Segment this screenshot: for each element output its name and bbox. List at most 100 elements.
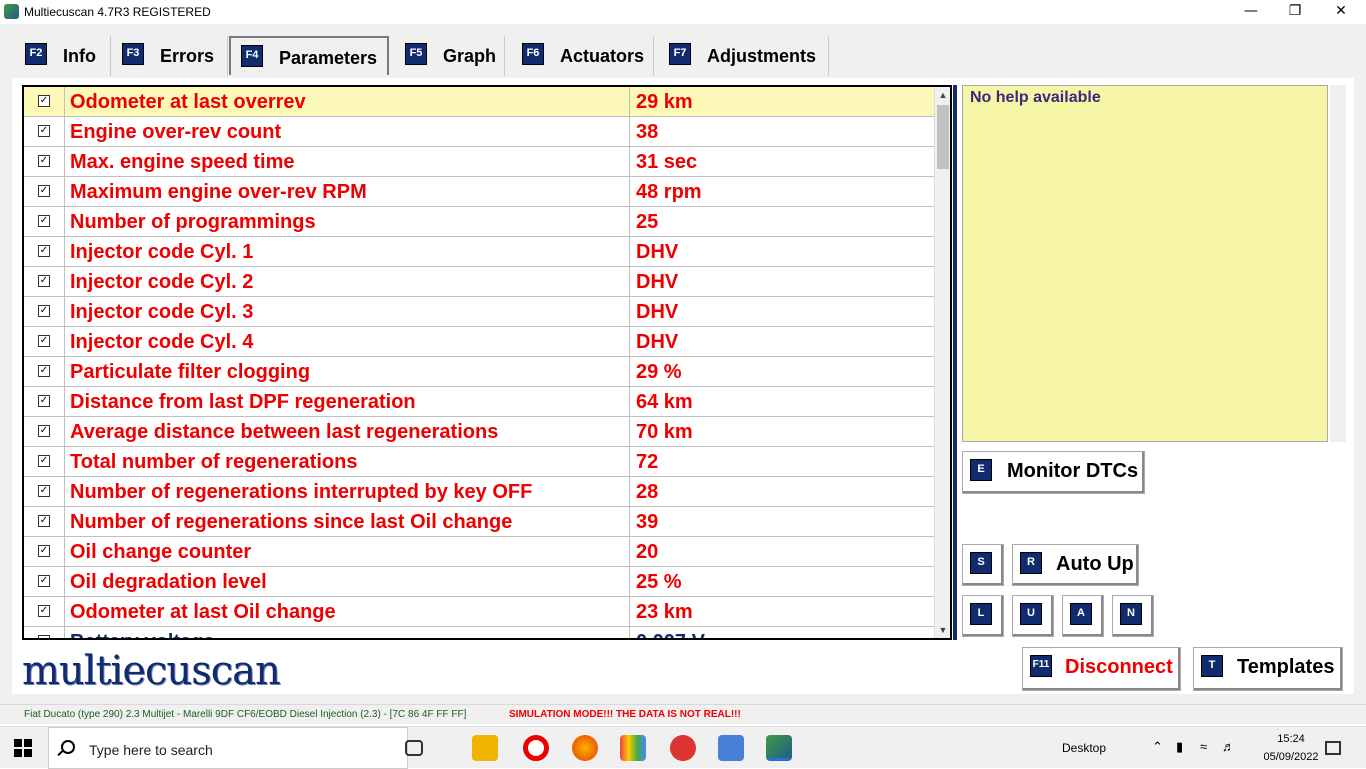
network-app-icon[interactable] (718, 735, 744, 761)
parameter-row[interactable]: ✓ Oil change counter 20 (24, 537, 934, 567)
n-button[interactable]: N (1112, 595, 1154, 637)
opera-icon[interactable] (523, 735, 549, 761)
wifi-icon[interactable]: ≈ (1200, 739, 1207, 754)
u-button[interactable]: U (1012, 595, 1054, 637)
parameter-list[interactable]: ✓ Odometer at last overrev 29 km ✓ Engine ov… (22, 85, 952, 640)
parameter-value: DHV (636, 331, 679, 353)
tab-key: F2 (25, 43, 47, 65)
parameter-row[interactable]: ✓ Odometer at last overrev 29 km (24, 87, 934, 117)
taskbar-search-box[interactable]: Type here to search (48, 727, 408, 769)
parameter-value: 48 rpm (636, 181, 702, 203)
parameter-checkbox[interactable]: ✓ (38, 155, 50, 167)
parameter-row[interactable]: ✓ Total number of regenerations 72 (24, 447, 934, 477)
close-button[interactable]: ✕ (1318, 0, 1364, 24)
multiecuscan-taskbar-icon[interactable] (766, 735, 792, 761)
parameter-checkbox[interactable]: ✓ (38, 185, 50, 197)
panel-divider[interactable] (953, 85, 957, 640)
parameter-row[interactable]: ✓ Distance from last DPF regeneration 64 k… (24, 387, 934, 417)
parameter-checkbox[interactable]: ✓ (38, 365, 50, 377)
parameter-checkbox[interactable]: ✓ (38, 455, 50, 467)
parameter-row[interactable]: ✓ Oil degradation level 25 % (24, 567, 934, 597)
desktop-toolbar[interactable]: Desktop (1062, 741, 1106, 755)
parameter-checkbox[interactable]: ✓ (38, 125, 50, 137)
parameter-value: DHV (636, 301, 679, 323)
clock-date[interactable]: 05/09/2022 (1262, 751, 1320, 763)
tab-actuators[interactable]: F6 Actuators (512, 36, 654, 76)
file-explorer-icon[interactable] (472, 735, 498, 761)
scroll-thumb[interactable] (937, 105, 949, 169)
parameter-checkbox[interactable]: ✓ (38, 275, 50, 287)
parameter-row[interactable]: ✓ Particulate filter clogging 29 % (24, 357, 934, 387)
button-key: R (1020, 552, 1042, 574)
parameter-checkbox[interactable]: ✓ (38, 425, 50, 437)
disconnect-button[interactable]: F11 Disconnect (1022, 647, 1181, 691)
battery-icon[interactable]: ▮ (1176, 739, 1183, 755)
tab-adjustments[interactable]: F7 Adjustments (659, 36, 829, 76)
parameter-checkbox[interactable]: ✓ (38, 335, 50, 347)
parameter-checkbox[interactable]: ✓ (38, 395, 50, 407)
parameter-row[interactable]: ✓ Number of programmings 25 (24, 207, 934, 237)
window-title: Multiecuscan 4.7R3 REGISTERED (24, 5, 211, 19)
search-icon (61, 740, 75, 754)
parameter-row[interactable]: ✓ Max. engine speed time 31 sec (24, 147, 934, 177)
auto-up-button[interactable]: R Auto Up (1012, 544, 1139, 586)
parameter-row[interactable]: ✓ Number of regenerations interrupted by … (24, 477, 934, 507)
tab-label: Info (63, 46, 96, 66)
tab-parameters[interactable]: F4 Parameters (229, 36, 389, 75)
clock-time[interactable]: 15:24 (1266, 733, 1316, 745)
parameter-checkbox[interactable]: ✓ (38, 215, 50, 227)
templates-button[interactable]: T Templates (1193, 647, 1343, 691)
parameter-row[interactable]: ✓ Injector code Cyl. 3 DHV (24, 297, 934, 327)
help-scrollbar[interactable] (1330, 85, 1346, 442)
parameter-value: 29 % (636, 361, 682, 383)
parameter-row[interactable]: ✓ Injector code Cyl. 2 DHV (24, 267, 934, 297)
volume-icon[interactable]: ♬ (1222, 739, 1235, 754)
title-bar: Multiecuscan 4.7R3 REGISTERED — ❐ ✕ (0, 0, 1366, 24)
parameter-checkbox[interactable]: ✓ (38, 545, 50, 557)
monitor-dtcs-button[interactable]: E Monitor DTCs (962, 451, 1145, 494)
parameter-checkbox[interactable]: ✓ (38, 515, 50, 527)
tab-graph[interactable]: F5 Graph (395, 36, 505, 76)
firefox-icon[interactable] (572, 735, 598, 761)
scroll-up-icon[interactable]: ▲ (935, 87, 950, 103)
tab-key: F5 (405, 43, 427, 65)
parameter-name: Number of programmings (64, 207, 630, 237)
parameter-checkbox[interactable]: ✓ (38, 485, 50, 497)
notifications-icon[interactable] (1325, 741, 1341, 755)
minimize-button[interactable]: — (1228, 0, 1274, 24)
parameter-checkbox[interactable]: ✓ (38, 95, 50, 107)
parameter-row[interactable]: Battery voltage 0.007 V (24, 627, 934, 638)
s-button[interactable]: S (962, 544, 1004, 586)
parameter-row[interactable]: ✓ Injector code Cyl. 4 DHV (24, 327, 934, 357)
app-icon-red[interactable] (670, 735, 696, 761)
a-button[interactable]: A (1062, 595, 1104, 637)
scroll-down-icon[interactable]: ▼ (935, 622, 950, 638)
tab-label: Adjustments (707, 46, 817, 66)
tab-label: Actuators (560, 46, 645, 66)
parameter-row[interactable]: ✓ Engine over-rev count 38 (24, 117, 934, 147)
parameter-name: Maximum engine over-rev RPM (64, 177, 630, 207)
parameter-checkbox[interactable]: ✓ (38, 245, 50, 257)
parameter-row[interactable]: ✓ Injector code Cyl. 1 DHV (24, 237, 934, 267)
task-view-icon[interactable] (405, 740, 423, 756)
tab-errors[interactable]: F3 Errors (112, 36, 228, 76)
parameter-checkbox[interactable]: ✓ (38, 605, 50, 617)
parameter-row[interactable]: ✓ Maximum engine over-rev RPM 48 rpm (24, 177, 934, 207)
parameter-scrollbar[interactable]: ▲ ▼ (934, 87, 950, 638)
tab-label: Parameters (279, 48, 378, 68)
parameter-checkbox[interactable]: ✓ (38, 575, 50, 587)
windows-start-icon[interactable] (14, 739, 32, 757)
tab-label: Graph (443, 46, 497, 66)
l-button[interactable]: L (962, 595, 1004, 637)
tray-chevron-icon[interactable]: ⌃ (1152, 739, 1163, 755)
parameter-value: 39 (636, 511, 659, 533)
parameter-row[interactable]: ✓ Number of regenerations since last Oil … (24, 507, 934, 537)
tab-info[interactable]: F2 Info (15, 36, 111, 76)
parameter-checkbox[interactable] (38, 635, 50, 638)
maximize-button[interactable]: ❐ (1272, 0, 1318, 24)
parameter-checkbox[interactable]: ✓ (38, 305, 50, 317)
parameter-value: 38 (636, 121, 659, 143)
parameter-row[interactable]: ✓ Average distance between last regenerat… (24, 417, 934, 447)
parameter-row[interactable]: ✓ Odometer at last Oil change 23 km (24, 597, 934, 627)
paint-icon[interactable] (620, 735, 646, 761)
